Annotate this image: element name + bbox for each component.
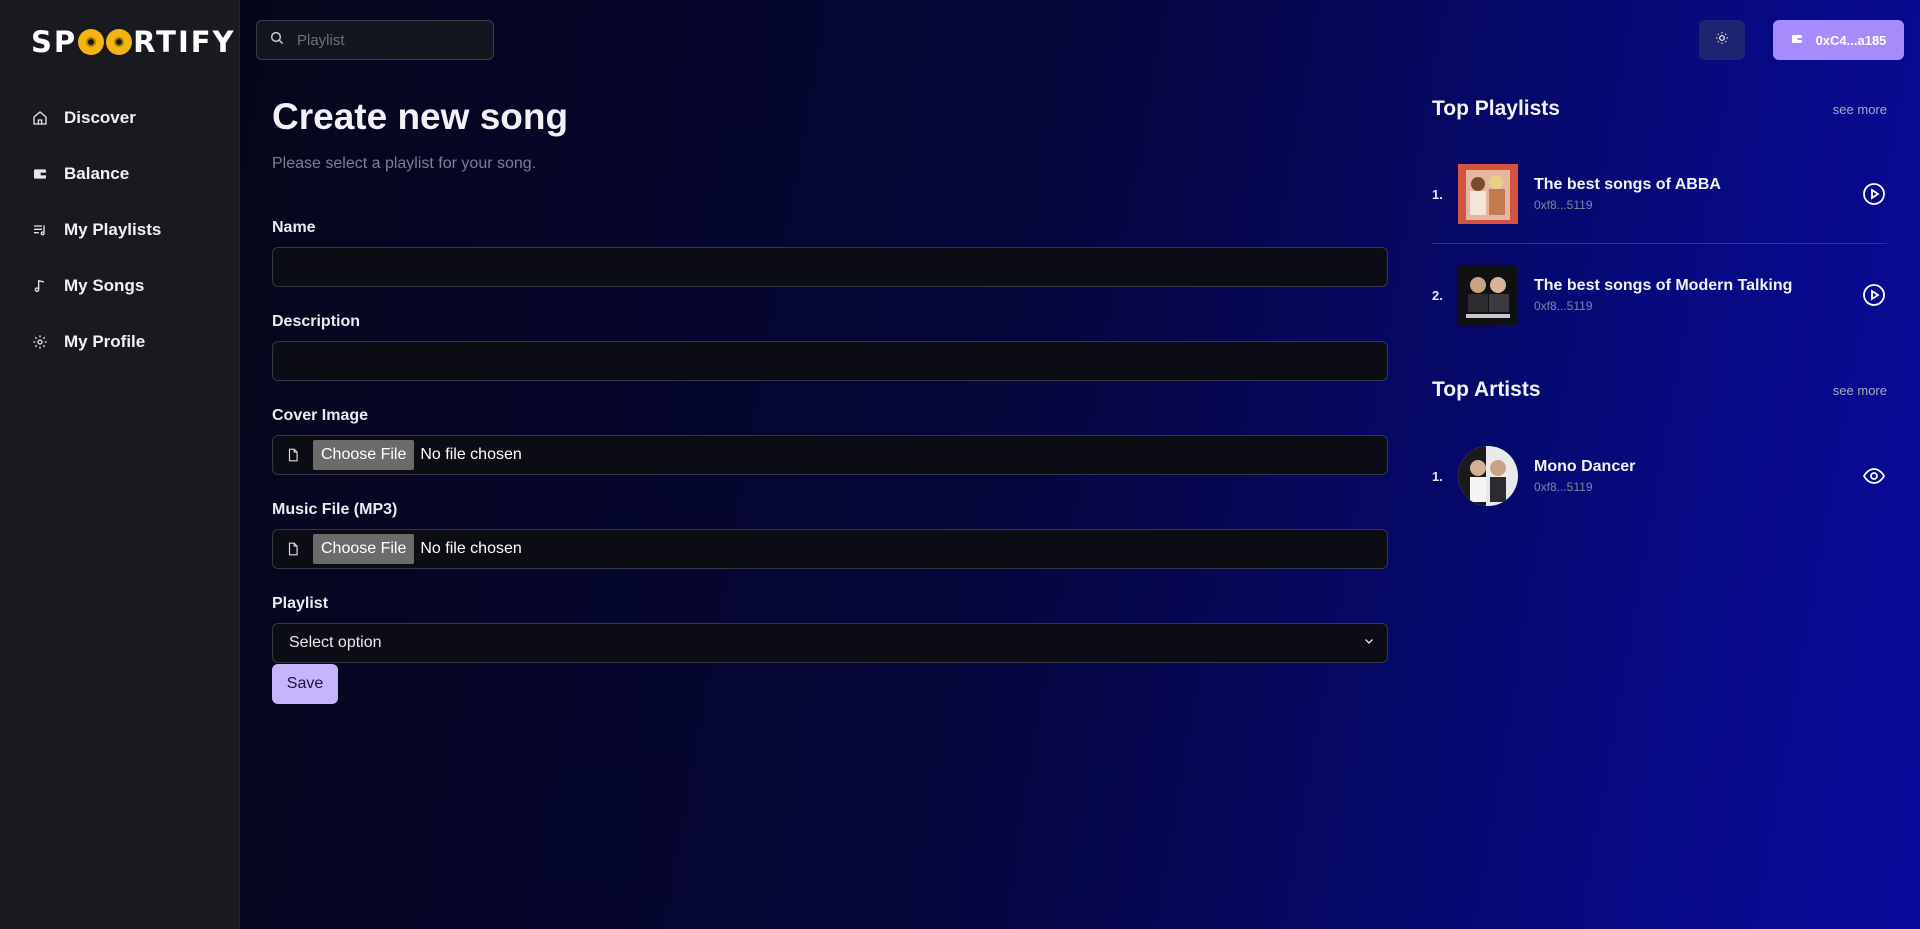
artist-name: Mono Dancer (1534, 458, 1636, 475)
main-content: 0xC4...a185 Create new song Please selec… (240, 0, 1920, 929)
sidebar-item-my-songs[interactable]: My Songs (31, 258, 221, 314)
sidebar-item-label: My Songs (64, 276, 145, 295)
file-icon (273, 542, 313, 556)
cover-image-label: Cover Image (272, 407, 369, 424)
playlist-icon (31, 221, 49, 239)
music-file-status: No file chosen (420, 540, 522, 557)
playlist-cover-image (1458, 164, 1518, 224)
sidebar-item-discover[interactable]: Discover (31, 90, 221, 146)
create-song-form: Name Description Cover Image Choose File… (272, 218, 1388, 663)
name-field[interactable] (272, 247, 1388, 287)
artist-meta: Mono Dancer 0xf8...5119 (1534, 458, 1861, 494)
cover-image-file-input[interactable]: Choose File No file chosen (272, 435, 1388, 475)
playlist-owner-address: 0xf8...5119 (1534, 198, 1593, 212)
app-root: SP RTIFY Discover Balance My Playlists M… (0, 0, 1920, 929)
logo-disc-icon (78, 29, 105, 55)
artist-address: 0xf8...5119 (1534, 480, 1593, 494)
artist-avatar (1458, 446, 1518, 506)
theme-toggle-button[interactable] (1699, 20, 1745, 60)
sidebar-item-my-playlists[interactable]: My Playlists (31, 202, 221, 258)
sidebar-item-balance[interactable]: Balance (31, 146, 221, 202)
gear-icon (31, 333, 49, 351)
playlist-name: The best songs of Modern Talking (1534, 277, 1793, 294)
playlist-meta: The best songs of Modern Talking 0xf8...… (1534, 277, 1861, 313)
music-choose-file-button[interactable]: Choose File (313, 534, 415, 564)
logo-disc-icon (106, 29, 133, 55)
brand-name-part1: SP (31, 25, 78, 59)
home-icon (31, 109, 49, 127)
play-circle-icon[interactable] (1861, 282, 1887, 308)
wallet-address: 0xC4...a185 (1815, 32, 1887, 48)
play-circle-icon[interactable] (1861, 181, 1887, 207)
save-button[interactable]: Save (272, 664, 338, 704)
search-box[interactable] (256, 20, 494, 60)
top-artists-see-more-link[interactable]: see more (1833, 383, 1887, 398)
playlist-select-value: Select option (289, 634, 382, 651)
top-artists-header: Top Artists see more (1432, 378, 1887, 402)
sidebar-item-label: My Playlists (64, 220, 162, 239)
list-divider (1432, 243, 1887, 244)
playlist-list-item[interactable]: 1. The best songs of ABBA 0xf8...5119 (1432, 163, 1887, 225)
playlist-meta: The best songs of ABBA 0xf8...5119 (1534, 176, 1861, 212)
chevron-down-icon (1363, 634, 1375, 652)
top-artists-title: Top Artists (1432, 378, 1541, 401)
music-file-input[interactable]: Choose File No file chosen (272, 529, 1388, 569)
sidebar-item-label: Balance (64, 164, 130, 183)
music-note-icon (31, 277, 49, 295)
sidebar-nav: Discover Balance My Playlists My Songs M… (31, 90, 221, 370)
file-icon (273, 448, 313, 462)
wallet-icon (1791, 33, 1816, 48)
list-rank: 1. (1432, 186, 1443, 202)
list-rank: 2. (1432, 287, 1443, 303)
top-playlists-see-more-link[interactable]: see more (1833, 102, 1887, 117)
page-subtitle: Please select a playlist for your song. (272, 155, 537, 172)
sidebar: SP RTIFY Discover Balance My Playlists M… (0, 0, 240, 929)
cover-file-status: No file chosen (420, 446, 522, 463)
brand-name-part2: RTIFY (133, 25, 236, 59)
wallet-connect-button[interactable]: 0xC4...a185 (1773, 20, 1904, 60)
top-playlists-title: Top Playlists (1432, 97, 1560, 120)
eye-icon[interactable] (1861, 463, 1887, 489)
playlist-name: The best songs of ABBA (1534, 176, 1721, 193)
artist-list-item[interactable]: 1. Mono Dancer 0xf8...5119 (1432, 445, 1887, 507)
list-rank: 1. (1432, 468, 1443, 484)
playlist-list-item[interactable]: 2. The best songs of Modern Talking 0xf8… (1432, 264, 1887, 326)
cover-choose-file-button[interactable]: Choose File (313, 440, 415, 470)
sidebar-item-label: My Profile (64, 332, 146, 351)
search-icon (269, 30, 285, 51)
playlist-cover-image (1458, 265, 1518, 325)
description-label: Description (272, 313, 361, 330)
playlist-owner-address: 0xf8...5119 (1534, 299, 1593, 313)
playlist-select[interactable]: Select option (272, 623, 1388, 663)
top-playlists-header: Top Playlists see more (1432, 97, 1887, 121)
sidebar-item-label: Discover (64, 108, 136, 127)
description-field[interactable] (272, 341, 1388, 381)
sidebar-item-my-profile[interactable]: My Profile (31, 314, 221, 370)
brand-logo[interactable]: SP RTIFY (31, 25, 236, 59)
search-input[interactable] (297, 31, 477, 49)
page-title: Create new song (272, 96, 569, 137)
wallet-icon (31, 165, 49, 183)
music-file-label: Music File (MP3) (272, 501, 398, 518)
sun-icon (1715, 31, 1729, 50)
playlist-label: Playlist (272, 595, 329, 612)
name-label: Name (272, 219, 316, 236)
